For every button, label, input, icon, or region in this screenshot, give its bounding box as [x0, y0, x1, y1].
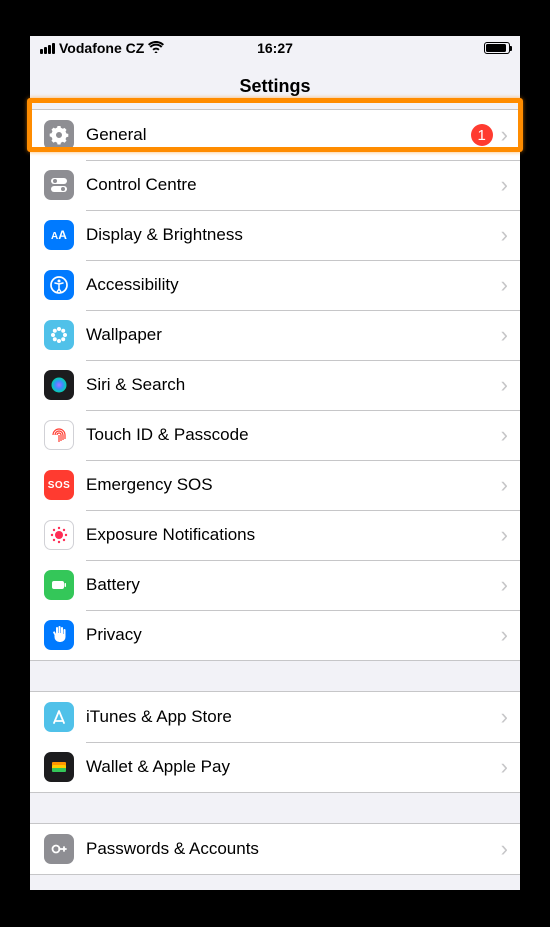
- row-label: iTunes & App Store: [74, 707, 501, 727]
- key-icon: [44, 834, 74, 864]
- row-label: General: [74, 125, 471, 145]
- page-title: Settings: [30, 60, 520, 109]
- clock: 16:27: [257, 40, 293, 56]
- row-label: Siri & Search: [74, 375, 501, 395]
- chevron-right-icon: ›: [501, 374, 508, 396]
- siri-icon: [44, 370, 74, 400]
- row-battery[interactable]: Battery ›: [30, 560, 520, 610]
- person-circle-icon: [44, 270, 74, 300]
- wallet-icon: [44, 752, 74, 782]
- row-itunes[interactable]: iTunes & App Store ›: [30, 692, 520, 742]
- appstore-icon: [44, 702, 74, 732]
- chevron-right-icon: ›: [501, 706, 508, 728]
- row-exposure[interactable]: Exposure Notifications ›: [30, 510, 520, 560]
- row-label: Wallpaper: [74, 325, 501, 345]
- toggles-icon: [44, 170, 74, 200]
- gear-icon: [44, 120, 74, 150]
- hand-icon: [44, 620, 74, 650]
- chevron-right-icon: ›: [501, 838, 508, 860]
- aa-icon: AA: [44, 220, 74, 250]
- chevron-right-icon: ›: [501, 124, 508, 146]
- row-general[interactable]: General 1 ›: [30, 110, 520, 160]
- chevron-right-icon: ›: [501, 174, 508, 196]
- row-display[interactable]: AA Display & Brightness ›: [30, 210, 520, 260]
- row-label: Accessibility: [74, 275, 501, 295]
- battery-icon: [44, 570, 74, 600]
- chevron-right-icon: ›: [501, 624, 508, 646]
- notification-badge: 1: [471, 124, 493, 146]
- sos-icon: SOS: [44, 470, 74, 500]
- row-label: Exposure Notifications: [74, 525, 501, 545]
- row-sos[interactable]: SOS Emergency SOS ›: [30, 460, 520, 510]
- row-control-centre[interactable]: Control Centre ›: [30, 160, 520, 210]
- chevron-right-icon: ›: [501, 574, 508, 596]
- chevron-right-icon: ›: [501, 474, 508, 496]
- chevron-right-icon: ›: [501, 224, 508, 246]
- chevron-right-icon: ›: [501, 274, 508, 296]
- row-passwords[interactable]: Passwords & Accounts ›: [30, 824, 520, 874]
- chevron-right-icon: ›: [501, 756, 508, 778]
- phone-screen: Vodafone CZ 16:27 Settings General 1 ›: [30, 36, 520, 890]
- chevron-right-icon: ›: [501, 524, 508, 546]
- row-label: Battery: [74, 575, 501, 595]
- battery-icon: [484, 42, 510, 54]
- cell-signal-icon: [40, 43, 55, 54]
- row-touchid[interactable]: Touch ID & Passcode ›: [30, 410, 520, 460]
- row-label: Touch ID & Passcode: [74, 425, 501, 445]
- row-label: Passwords & Accounts: [74, 839, 501, 859]
- row-label: Emergency SOS: [74, 475, 501, 495]
- carrier-label: Vodafone CZ: [59, 40, 144, 56]
- status-bar: Vodafone CZ 16:27: [30, 36, 520, 60]
- row-siri[interactable]: Siri & Search ›: [30, 360, 520, 410]
- row-label: Display & Brightness: [74, 225, 501, 245]
- row-label: Wallet & Apple Pay: [74, 757, 501, 777]
- chevron-right-icon: ›: [501, 424, 508, 446]
- row-wallpaper[interactable]: Wallpaper ›: [30, 310, 520, 360]
- row-label: Control Centre: [74, 175, 501, 195]
- chevron-right-icon: ›: [501, 324, 508, 346]
- flower-icon: [44, 320, 74, 350]
- row-accessibility[interactable]: Accessibility ›: [30, 260, 520, 310]
- settings-section: iTunes & App Store › Wallet & Apple Pay …: [30, 691, 520, 793]
- fingerprint-icon: [44, 420, 74, 450]
- row-wallet[interactable]: Wallet & Apple Pay ›: [30, 742, 520, 792]
- row-label: Privacy: [74, 625, 501, 645]
- wifi-icon: [148, 40, 164, 56]
- settings-section: General 1 › Control Centre › AA Display …: [30, 109, 520, 661]
- settings-section: Passwords & Accounts ›: [30, 823, 520, 875]
- virus-icon: [44, 520, 74, 550]
- row-privacy[interactable]: Privacy ›: [30, 610, 520, 660]
